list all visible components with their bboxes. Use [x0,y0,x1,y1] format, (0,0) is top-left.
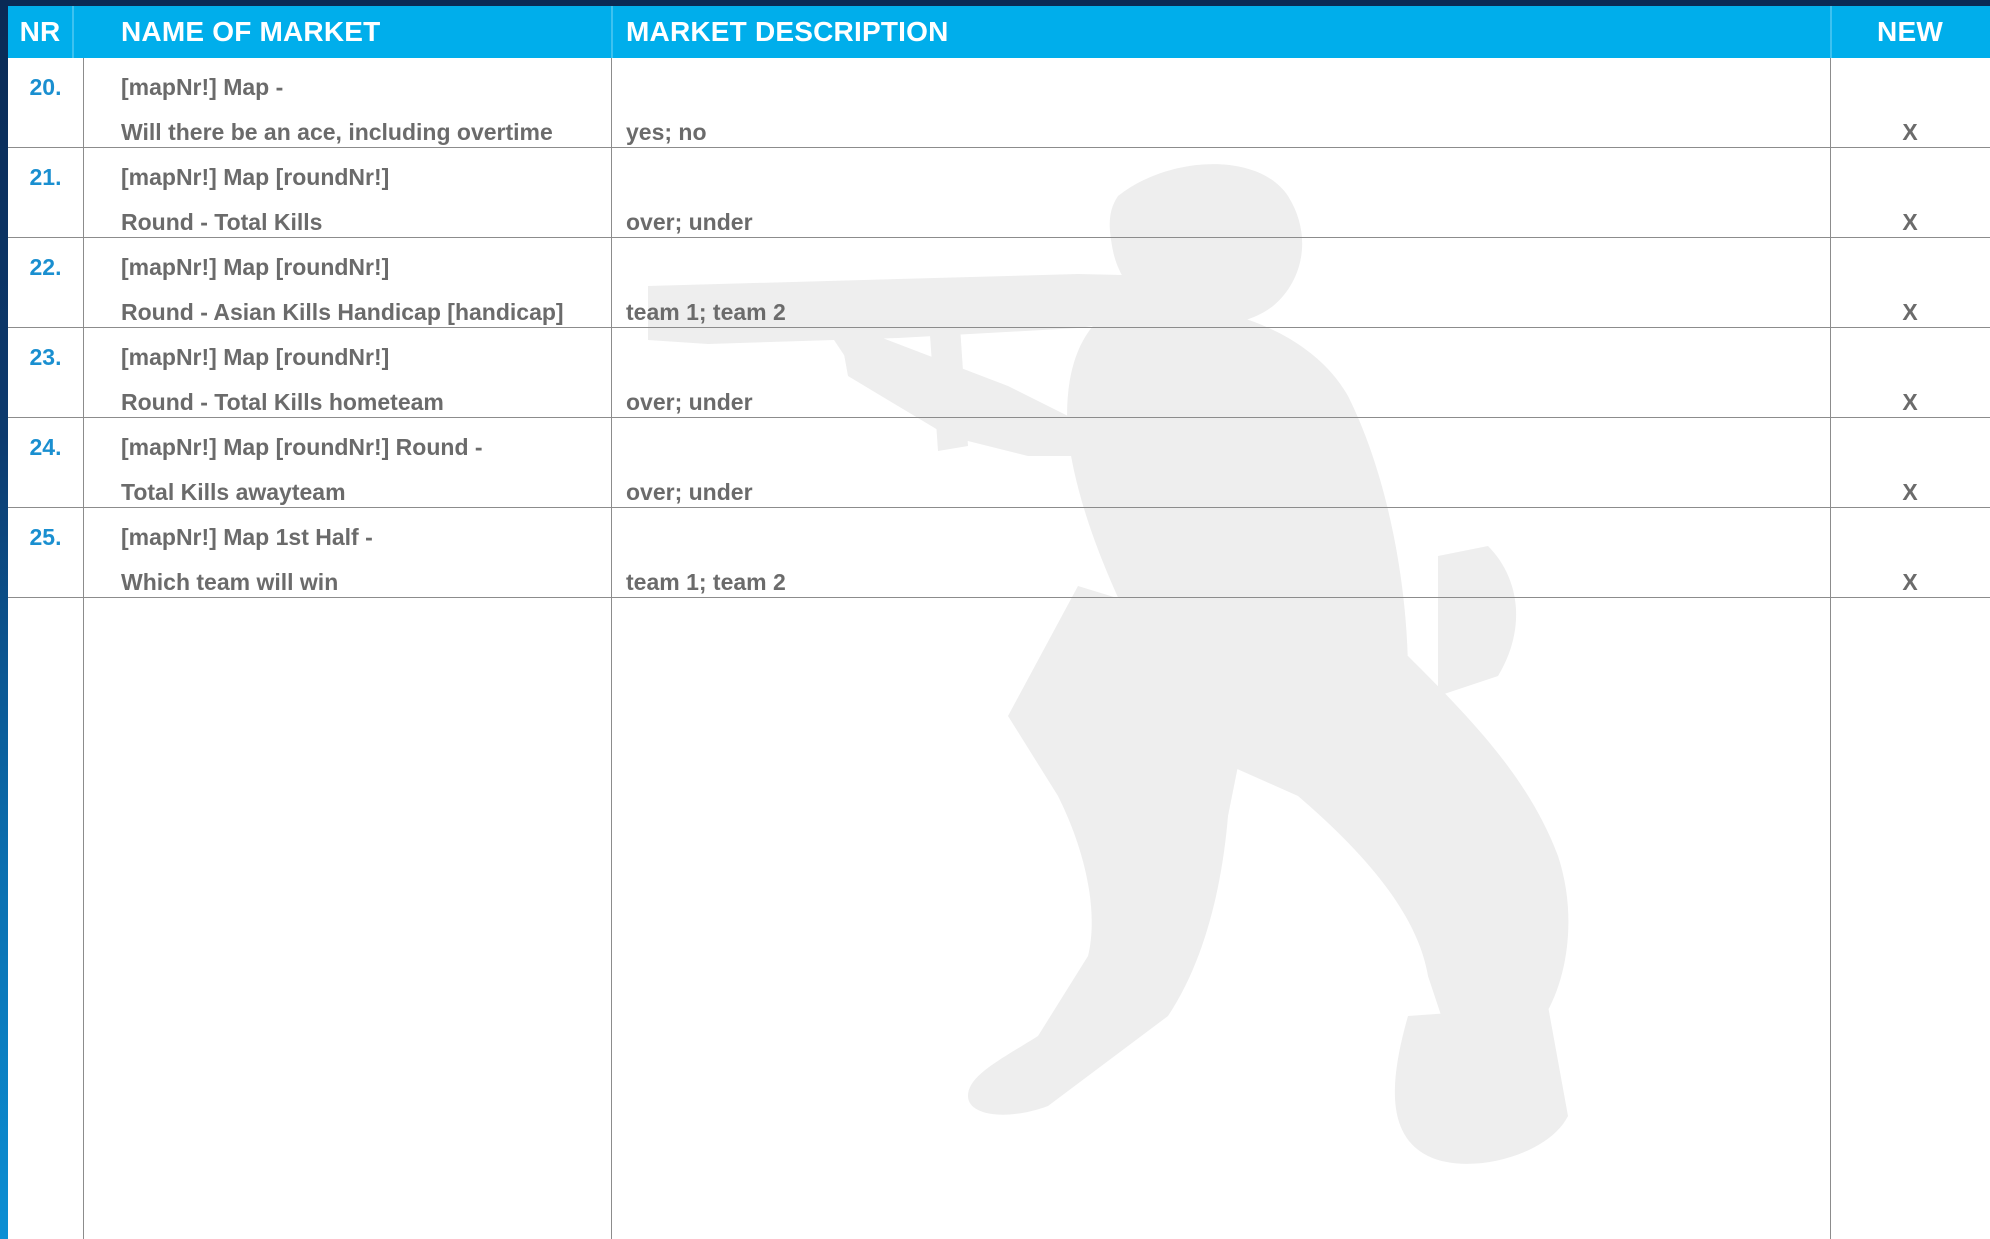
market-name-line1: [mapNr!] Map - [121,74,284,100]
table-row: 25. [mapNr!] Map 1st Half - Which team w… [8,508,1990,598]
market-description: over; under [626,209,753,235]
row-number: 20. [29,74,62,100]
market-name-line1: [mapNr!] Map [roundNr!] Round - [121,434,483,460]
market-description: team 1; team 2 [626,569,786,595]
market-name-line1: [mapNr!] Map [roundNr!] [121,254,390,280]
market-name-line1: [mapNr!] Map 1st Half - [121,524,373,550]
table-header: NR NAME OF MARKET MARKET DESCRIPTION NEW [8,6,1990,58]
new-marker: X [1902,479,1918,505]
table-row: 24. [mapNr!] Map [roundNr!] Round - Tota… [8,418,1990,508]
market-name-line2: Round - Asian Kills Handicap [handicap] [121,299,564,325]
market-description: yes; no [626,119,707,145]
market-table: NR NAME OF MARKET MARKET DESCRIPTION NEW… [8,6,1990,1239]
header-new: NEW [1877,16,1943,47]
market-name-line1: [mapNr!] Map [roundNr!] [121,164,390,190]
new-marker: X [1902,209,1918,235]
new-marker: X [1902,299,1918,325]
market-name-line2: Total Kills awayteam [121,479,346,505]
market-sheet: NR NAME OF MARKET MARKET DESCRIPTION NEW… [8,6,1990,1239]
header-divider [72,6,74,58]
row-number: 23. [29,344,62,370]
table-row: 22. [mapNr!] Map [roundNr!] Round - Asia… [8,238,1990,328]
market-name-line1: [mapNr!] Map [roundNr!] [121,344,390,370]
new-marker: X [1902,389,1918,415]
market-name-line2: Round - Total Kills [121,209,323,235]
table-row: 23. [mapNr!] Map [roundNr!] Round - Tota… [8,328,1990,418]
row-number: 24. [29,434,62,460]
new-marker: X [1902,119,1918,145]
market-name-line2: Will there be an ace, including overtime [121,119,553,145]
header-nr: NR [19,16,61,47]
row-number: 21. [29,164,62,190]
new-marker: X [1902,569,1918,595]
market-description: over; under [626,479,753,505]
market-name-line2: Round - Total Kills hometeam [121,389,444,415]
market-description: over; under [626,389,753,415]
table-row: 21. [mapNr!] Map [roundNr!] Round - Tota… [8,148,1990,238]
table-row: 20. [mapNr!] Map - Will there be an ace,… [8,58,1990,148]
row-number: 22. [29,254,62,280]
market-name-line2: Which team will win [121,569,339,595]
header-name-of-market: NAME OF MARKET [121,16,381,47]
market-description: team 1; team 2 [626,299,786,325]
row-number: 25. [29,524,62,550]
header-market-description: MARKET DESCRIPTION [626,16,949,47]
header-divider [611,6,613,58]
